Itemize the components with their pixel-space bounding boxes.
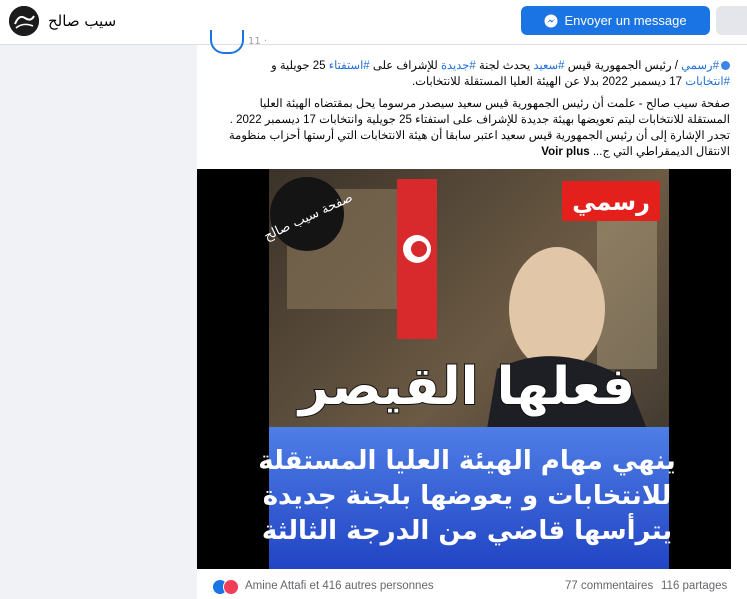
hashtag-saied[interactable]: #سعيد <box>533 60 564 72</box>
post-author-avatar[interactable] <box>210 30 244 54</box>
blue-circle-icon <box>721 61 730 71</box>
messenger-icon <box>544 14 558 27</box>
hashtag-elections[interactable]: #انتخابات <box>685 76 730 88</box>
image-text-line-3: يترأسها قاضي من الدرجة الثالثة <box>262 513 672 546</box>
text-segment: للإشراف على <box>369 60 441 72</box>
shares-count[interactable]: 116 partages <box>661 580 727 592</box>
hashtag-official[interactable]: #رسمي <box>681 60 719 72</box>
separator: / <box>671 60 682 72</box>
post-title-line-1: #رسمي / رئيس الجمهورية قيس #سعيد يحدث لج… <box>218 58 730 74</box>
page-name[interactable]: سيب صالح <box>48 12 116 30</box>
page-logo-icon <box>9 6 39 36</box>
headline-text: فعلها القيصر <box>296 357 635 417</box>
text-segment: رئيس الجمهورية قيس <box>564 60 672 72</box>
person-head <box>509 247 605 371</box>
post-body-text: صفحة سيب صالح - علمت أن رئيس الجمهورية ق… <box>229 98 730 158</box>
post-body: صفحة سيب صالح - علمت أن رئيس الجمهورية ق… <box>218 96 730 160</box>
reaction-names[interactable]: Amine Attafi et 416 autres personnes <box>245 580 434 592</box>
post-image-graphic: صفحة سيب صالح رسمي فعلها القيصر ينهي مها… <box>258 169 676 569</box>
see-more-link[interactable]: Voir plus <box>541 146 589 158</box>
flag-crescent <box>411 241 427 257</box>
send-message-button[interactable]: Envoyer un message <box>521 6 710 35</box>
page-avatar[interactable] <box>9 6 39 36</box>
comments-count[interactable]: 77 commentaires <box>565 580 653 592</box>
page-header-bar: سيب صالح Envoyer un message <box>0 0 747 45</box>
image-text-line-1: ينهي مهام الهيئة العليا المستقلة <box>258 446 676 476</box>
post-timestamp[interactable]: 11 · <box>248 36 267 47</box>
hashtag-new[interactable]: #جديدة <box>441 60 476 72</box>
text-segment: يحدث لجنة <box>475 60 534 72</box>
post-image[interactable]: صفحة سيب صالح رسمي فعلها القيصر ينهي مها… <box>197 169 731 569</box>
love-reaction-icon <box>223 579 239 595</box>
hashtag-referendum[interactable]: #استفتاء <box>329 60 370 72</box>
send-message-label: Envoyer un message <box>564 13 687 28</box>
text-segment: 17 ديسمبر 2022 بدلا عن الهيئة العليا الم… <box>411 76 686 88</box>
official-badge-text: رسمي <box>572 188 650 216</box>
post-text: #رسمي / رئيس الجمهورية قيس #سعيد يحدث لج… <box>218 58 730 160</box>
post-title-line-2: #انتخابات 17 ديسمبر 2022 بدلا عن الهيئة … <box>218 74 730 90</box>
reactions-bar: Amine Attafi et 416 autres personnes 77 … <box>197 575 747 599</box>
reaction-icons[interactable] <box>212 579 240 595</box>
text-segment: 25 جويلية و <box>271 60 329 72</box>
left-column <box>0 45 196 599</box>
more-options-button[interactable] <box>716 6 747 35</box>
image-text-line-2: للانتخابات و يعوضها بلجنة جديدة <box>263 481 672 511</box>
